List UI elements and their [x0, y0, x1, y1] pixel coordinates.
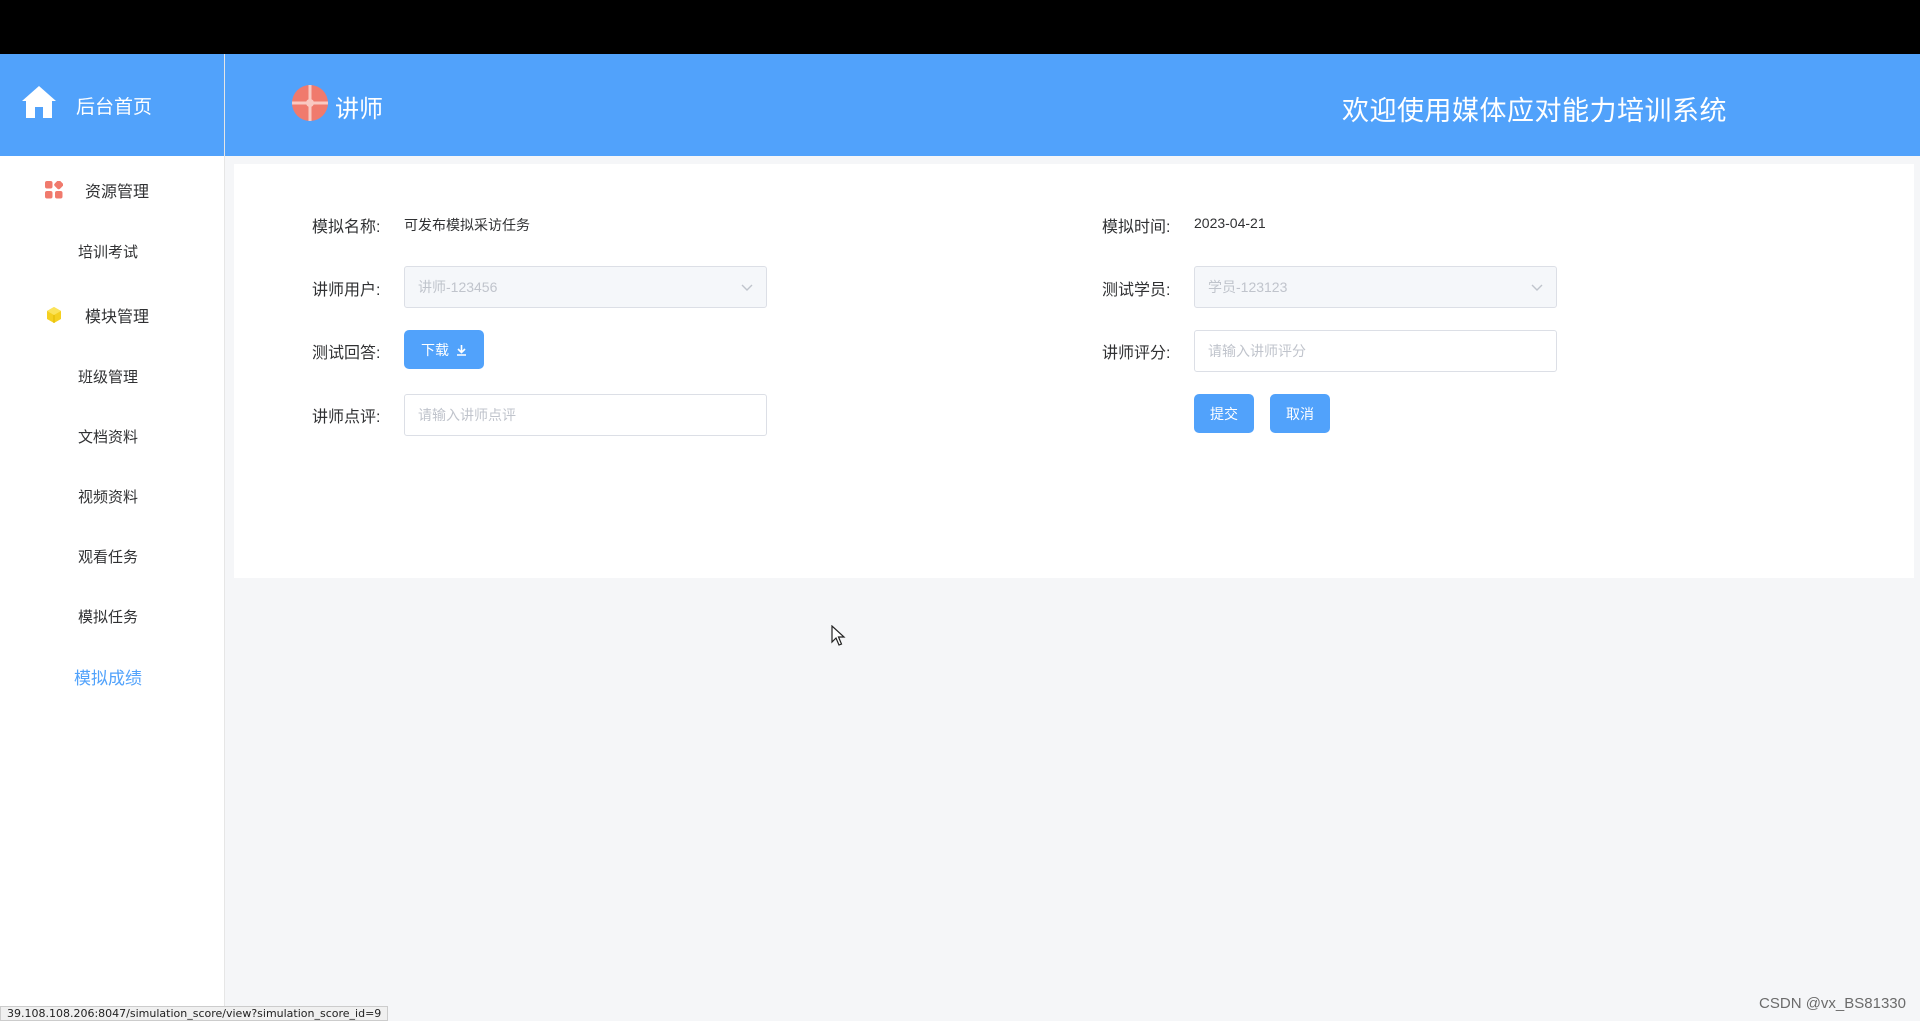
chevron-down-icon [1530, 280, 1544, 297]
chevron-down-icon [740, 280, 754, 297]
sidebar-home-label: 后台首页 [76, 96, 153, 118]
welcome-title: 欢迎使用媒体应对能力培训系统 [1342, 96, 1727, 126]
sidebar-item-label: 培训考试 [78, 243, 139, 261]
sidebar-item-class[interactable]: 班级管理 [0, 346, 224, 406]
teacher-user-select[interactable]: 讲师-123456 [404, 266, 767, 308]
sidebar-item-label: 观看任务 [78, 548, 139, 566]
test-student-label: 测试学员: [1102, 282, 1171, 299]
sidebar-group-label: 模块管理 [85, 309, 150, 326]
sidebar-item-training-exam[interactable]: 培训考试 [0, 221, 224, 281]
sidebar-item-videos[interactable]: 视频资料 [0, 466, 224, 526]
submit-button[interactable]: 提交 [1194, 394, 1254, 433]
watermark: CSDN @vx_BS81330 [1759, 995, 1906, 1012]
browser-status-url: 39.108.108.206:8047/simulation_score/vie… [0, 1006, 389, 1021]
sidebar-item-sim-tasks[interactable]: 模拟任务 [0, 586, 224, 646]
top-header: 讲师 欢迎使用媒体应对能力培训系统 [225, 54, 1920, 156]
teacher-comment-placeholder: 请输入讲师点评 [418, 407, 516, 423]
test-student-value: 学员-123123 [1208, 279, 1288, 295]
cancel-button[interactable]: 取消 [1270, 394, 1330, 433]
user-role[interactable]: 讲师 [291, 84, 383, 129]
teacher-user-value: 讲师-123456 [418, 279, 498, 295]
apps-grid-icon [44, 180, 64, 200]
download-icon [456, 344, 467, 356]
sidebar-item-label: 模拟任务 [78, 608, 139, 626]
teacher-score-input[interactable]: 请输入讲师评分 [1194, 330, 1557, 372]
sidebar-item-label: 模拟成绩 [74, 668, 142, 688]
teacher-score-placeholder: 请输入讲师评分 [1208, 343, 1306, 359]
sim-name-value: 可发布模拟采访任务 [404, 217, 530, 233]
sidebar-item-documents[interactable]: 文档资料 [0, 406, 224, 466]
mouse-cursor-icon [831, 624, 847, 652]
sidebar-group-label: 资源管理 [85, 184, 150, 201]
sidebar-item-label: 文档资料 [78, 428, 139, 446]
test-answer-label: 测试回答: [312, 345, 381, 362]
teacher-score-label: 讲师评分: [1102, 345, 1171, 362]
download-button[interactable]: 下载 [404, 330, 484, 369]
sidebar-item-sim-scores[interactable]: 模拟成绩 [0, 646, 224, 706]
browser-top-black-bar [0, 0, 1920, 54]
sim-name-label: 模拟名称: [312, 219, 381, 236]
sidebar-home-link[interactable]: 后台首页 [0, 54, 224, 156]
sidebar-item-label: 班级管理 [78, 368, 139, 386]
teacher-user-label: 讲师用户: [312, 282, 381, 299]
avatar-icon [291, 84, 335, 129]
cube-icon [44, 305, 64, 325]
user-role-label: 讲师 [335, 96, 383, 123]
test-student-select[interactable]: 学员-123123 [1194, 266, 1557, 308]
sidebar-item-watch-tasks[interactable]: 观看任务 [0, 526, 224, 586]
teacher-comment-input[interactable]: 请输入讲师点评 [404, 394, 767, 436]
home-icon [20, 84, 76, 126]
sidebar-item-label: 视频资料 [78, 488, 139, 506]
sidebar: 后台首页 资源管理 培训考试 模块管理 班级管理 文档资料 视频资料 观看任务 … [0, 54, 225, 1021]
sidebar-group-resource[interactable]: 资源管理 [0, 159, 224, 221]
sim-time-value: 2023-04-21 [1194, 215, 1266, 231]
sidebar-group-module[interactable]: 模块管理 [0, 284, 224, 346]
teacher-comment-label: 讲师点评: [312, 409, 381, 426]
download-label: 下载 [421, 341, 449, 358]
sim-time-label: 模拟时间: [1102, 219, 1171, 236]
